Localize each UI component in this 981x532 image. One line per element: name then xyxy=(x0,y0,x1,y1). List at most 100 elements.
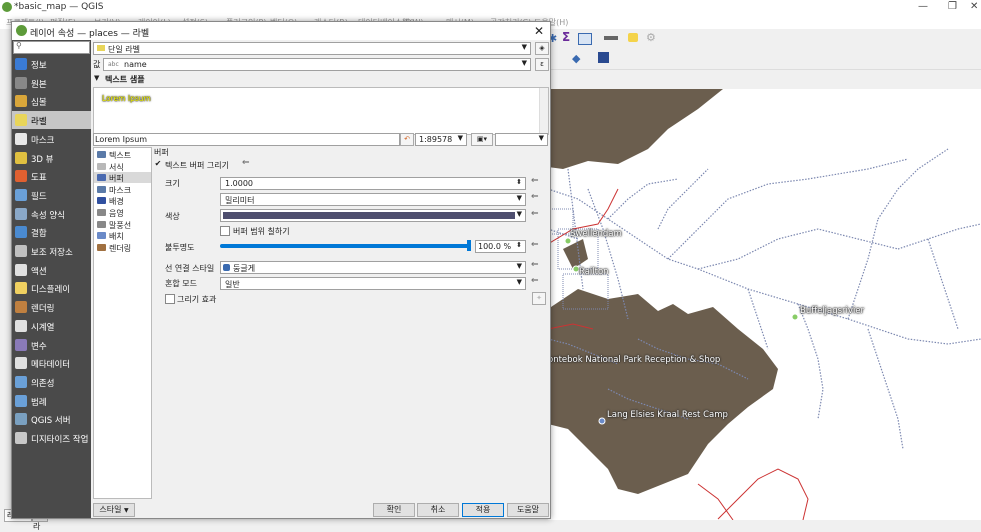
sidebar-item-11[interactable]: 액션 xyxy=(12,261,91,279)
sidebar-item-label: 디지타이즈 작업 xyxy=(31,435,89,445)
data-defined-override-icon[interactable]: ⇐ xyxy=(531,240,539,250)
ok-button[interactable]: 확인 xyxy=(373,503,415,517)
style-menu-button[interactable]: 스타일 ▼ xyxy=(93,503,135,517)
sidebar-item-7[interactable]: 필드 xyxy=(12,186,91,204)
sidebar-item-label: 3D 뷰 xyxy=(31,154,54,165)
tab-6[interactable]: 말풍선 xyxy=(94,219,151,230)
draw-buffer-checkbox[interactable]: ✔ xyxy=(154,160,162,168)
sidebar-item-13[interactable]: 렌더링 xyxy=(12,298,91,316)
3d-view-icon xyxy=(15,151,27,164)
sidebar-item-5[interactable]: 3D 뷰 xyxy=(12,149,91,167)
join-style-select[interactable]: 둥글게 ▼ xyxy=(220,261,526,274)
sidebar-item-label: 속성 양식 xyxy=(31,210,65,221)
sidebar-item-6[interactable]: 도표 xyxy=(12,167,91,185)
minimize-icon[interactable]: — xyxy=(918,1,928,12)
opacity-spinbox[interactable]: 100.0 % ⬍ xyxy=(475,240,526,253)
apply-button[interactable]: 적용 xyxy=(462,503,504,517)
tab-8[interactable]: 렌더링 xyxy=(94,242,151,253)
data-defined-override-icon[interactable]: ⇐ xyxy=(242,158,250,168)
sidebar-item-17[interactable]: 의존성 xyxy=(12,373,91,391)
sidebar-search-input[interactable]: ⚲ xyxy=(13,41,90,54)
map-canvas[interactable]: Swellendam Railton Buffeljagsrivier onte… xyxy=(548,89,981,520)
sidebar-item-12[interactable]: 디스플레이 xyxy=(12,279,91,297)
reset-sample-button[interactable]: ↶ xyxy=(400,133,414,146)
tab-label: 배경 xyxy=(109,197,124,207)
qgis-server-icon xyxy=(15,413,27,426)
sidebar-item-3[interactable]: 라벨 xyxy=(12,111,91,130)
sidebar-item-2[interactable]: 심볼 xyxy=(12,92,91,110)
expression-button[interactable]: ε xyxy=(535,58,549,71)
sum-icon[interactable]: Σ xyxy=(562,30,576,44)
sidebar-item-0[interactable]: 정보 xyxy=(12,55,91,73)
help-button[interactable]: 도움말 xyxy=(507,503,549,517)
map-label-lang-elsies: Lang Elsies Kraal Rest Camp xyxy=(607,410,728,420)
tab-label: 마스크 xyxy=(109,185,132,195)
settings-icon[interactable]: ⚙ xyxy=(646,31,660,45)
table-icon[interactable] xyxy=(578,33,592,45)
value-prefix-label: 값 xyxy=(93,60,101,69)
tab-4[interactable]: 배경 xyxy=(94,195,151,206)
sidebar-item-1[interactable]: 원본 xyxy=(12,74,91,92)
label-mode-select[interactable]: 단일 라벨 ▼ xyxy=(93,42,531,55)
sidebar-item-4[interactable]: 마스크 xyxy=(12,130,91,148)
effects-settings-button[interactable]: ✦ xyxy=(532,292,546,305)
measure-icon[interactable] xyxy=(604,36,618,40)
tab-5[interactable]: 음영 xyxy=(94,207,151,218)
blend-mode-select[interactable]: 일반 ▼ xyxy=(220,277,526,290)
tab-7[interactable]: 배치 xyxy=(94,230,151,241)
sidebar-item-9[interactable]: 결합 xyxy=(12,223,91,241)
data-defined-override-icon[interactable]: ⇐ xyxy=(531,192,539,202)
value-field-select[interactable]: abc name ▼ xyxy=(103,58,531,71)
tab-label: 말풍선 xyxy=(109,220,132,230)
draw-effects-checkbox[interactable] xyxy=(165,294,175,304)
opacity-slider[interactable] xyxy=(220,240,471,251)
restore-icon[interactable]: ❐ xyxy=(948,1,957,12)
data-defined-override-icon[interactable]: ⇐ xyxy=(531,276,539,286)
buffer-section-title: 버퍼 xyxy=(154,148,169,157)
label-style-button[interactable]: ◈ xyxy=(535,42,549,55)
sidebar-item-14[interactable]: 시계열 xyxy=(12,317,91,335)
sidebar-item-20[interactable]: 디지타이즈 작업 xyxy=(12,429,91,447)
cancel-button[interactable]: 취소 xyxy=(417,503,459,517)
annotation-icon[interactable] xyxy=(628,33,638,42)
dialog-close-button[interactable]: ✕ xyxy=(534,24,544,38)
sample-text-input[interactable]: Lorem Ipsum xyxy=(93,133,400,146)
scale-select[interactable]: 1:89578 ▼ xyxy=(415,133,467,146)
tab-3[interactable]: 마스크 xyxy=(94,184,151,195)
shadow-tab-icon xyxy=(97,209,106,216)
tab-0[interactable]: 텍스트 xyxy=(94,149,151,160)
window-title: *basic_map — QGIS xyxy=(14,2,104,12)
layer-properties-dialog: 레이어 속성 — places — 라벨 ✕ ⚲ 정보 원본 심볼 라벨 마스크 3D 뷰… xyxy=(11,21,551,519)
background-color-button[interactable]: ▣▾ xyxy=(471,133,493,146)
data-defined-override-icon[interactable]: ⇐ xyxy=(531,260,539,270)
python-console-icon[interactable]: ◆ xyxy=(572,52,586,66)
sidebar-item-10[interactable]: 보조 저장소 xyxy=(12,242,91,260)
qgis-logo-icon xyxy=(16,25,27,36)
help-book-icon[interactable] xyxy=(598,52,609,63)
variables-icon xyxy=(15,338,27,351)
tab-2[interactable]: 버퍼 xyxy=(94,172,151,184)
size-label: 크기 xyxy=(165,179,180,188)
buffer-color-swatch xyxy=(223,212,515,219)
sidebar-item-18[interactable]: 범례 xyxy=(12,392,91,410)
tab-1[interactable]: 서식 xyxy=(94,161,151,172)
data-defined-override-icon[interactable]: ⇐ xyxy=(531,209,539,219)
digitizing-icon xyxy=(15,432,27,444)
text-sample-header[interactable]: ▼ 텍스트 샘플 xyxy=(93,73,547,85)
preview-background-select[interactable]: ▼ xyxy=(495,133,548,146)
close-window-icon[interactable]: ✕ xyxy=(970,1,978,12)
sidebar-item-label: 범례 xyxy=(31,397,47,408)
data-defined-override-icon[interactable]: ⇐ xyxy=(531,176,539,186)
sidebar-item-15[interactable]: 변수 xyxy=(12,336,91,354)
buffer-color-button[interactable]: ▼ xyxy=(220,209,526,222)
sidebar-item-19[interactable]: QGIS 서버 xyxy=(12,410,91,428)
preview-scrollbar[interactable] xyxy=(539,88,548,134)
sidebar-item-16[interactable]: 메타데이터 xyxy=(12,354,91,372)
buffer-size-spinbox[interactable]: 1.0000 ⬍ xyxy=(220,177,526,190)
opacity-slider-handle[interactable] xyxy=(467,240,471,251)
sidebar-item-8[interactable]: 속성 양식 xyxy=(12,205,91,223)
source-icon xyxy=(15,76,27,89)
fill-buffer-checkbox[interactable] xyxy=(220,226,230,236)
buffer-unit-select[interactable]: 밀리미터 ▼ xyxy=(220,193,526,206)
preview-text: Lorem Ipsum xyxy=(102,94,151,103)
